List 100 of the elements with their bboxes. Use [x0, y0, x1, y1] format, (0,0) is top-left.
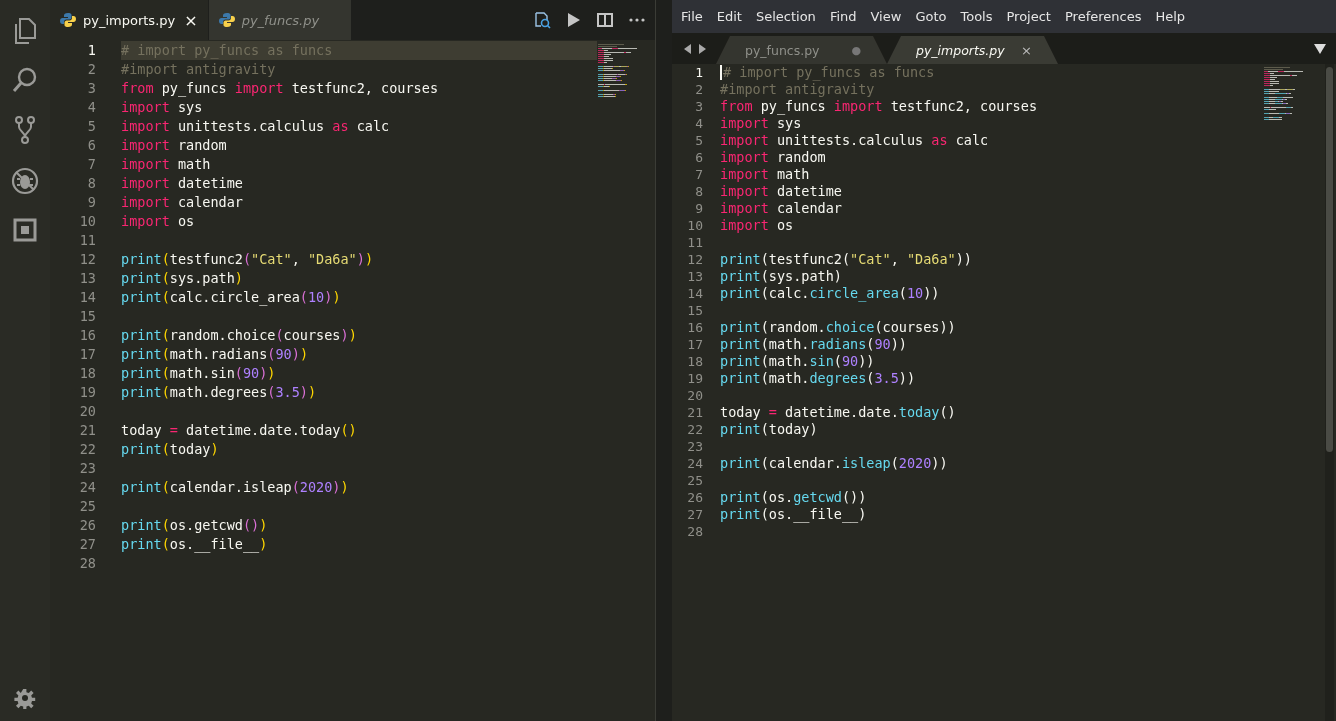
- line-number: 7: [694, 166, 703, 183]
- line-number: 24: [78, 478, 96, 497]
- line-number: 3: [694, 98, 703, 115]
- line-number: 23: [78, 459, 96, 478]
- line-number: 2: [694, 81, 703, 98]
- code-line: from py_funcs import testfunc2, courses: [720, 98, 1037, 115]
- files-icon[interactable]: [14, 18, 36, 44]
- source-control-icon[interactable]: [15, 116, 35, 144]
- code-line: today = datetime.date.today(): [121, 421, 357, 440]
- code-line: # import py_funcs as funcs: [723, 64, 935, 81]
- line-number: 19: [686, 370, 703, 387]
- code-line: print(testfunc2("Cat", "Da6a")): [121, 250, 374, 269]
- code-line: import calendar: [121, 193, 243, 212]
- menu-item[interactable]: Help: [1148, 9, 1193, 24]
- search-icon[interactable]: [12, 67, 38, 93]
- code-line: from py_funcs import testfunc2, courses: [121, 79, 438, 98]
- debug-icon[interactable]: [11, 167, 39, 195]
- line-number: 3: [86, 79, 96, 98]
- line-number: 13: [78, 269, 96, 288]
- code-line: print(math.degrees(3.5)): [720, 370, 916, 387]
- line-number: 20: [78, 402, 96, 421]
- line-number: 6: [86, 136, 96, 155]
- line-number: 27: [686, 506, 703, 523]
- code-line: import sys: [720, 115, 802, 132]
- code-line: print(math.radians(90)): [121, 345, 308, 364]
- editor-tab[interactable]: py_imports.py ×: [50, 0, 209, 40]
- line-number: 24: [686, 455, 703, 472]
- menu-item[interactable]: Goto: [908, 9, 954, 24]
- line-number: 15: [78, 307, 96, 326]
- code-line: print(testfunc2("Cat", "Da6a")): [720, 251, 972, 268]
- code-line: import random: [720, 149, 826, 166]
- line-number: 11: [78, 231, 96, 250]
- code-line: print(calendar.isleap(2020)): [121, 478, 349, 497]
- code-line: import datetime: [720, 183, 842, 200]
- code-line: print(today): [720, 421, 818, 438]
- line-number: 1: [86, 41, 96, 60]
- code-line: import sys: [121, 98, 203, 117]
- text-cursor: [720, 65, 722, 80]
- code-line: import calendar: [720, 200, 842, 217]
- menu-item[interactable]: Tools: [953, 9, 1000, 24]
- close-button[interactable]: ×: [1021, 42, 1032, 58]
- code-line: today = datetime.date.today(): [720, 404, 956, 421]
- code-line: import math: [720, 166, 810, 183]
- line-number: 7: [86, 155, 96, 174]
- line-number: 13: [686, 268, 703, 285]
- editor-tab[interactable]: py_funcs.py: [208, 0, 353, 40]
- line-number: 18: [78, 364, 96, 383]
- code-line: print(random.choice(courses)): [121, 326, 357, 345]
- dropdown-icon[interactable]: [1314, 44, 1326, 54]
- line-number: 8: [694, 183, 703, 200]
- more-icon[interactable]: [629, 18, 645, 22]
- line-number: 26: [78, 516, 96, 535]
- line-number: 17: [686, 336, 703, 353]
- code-line: import os: [720, 217, 794, 234]
- split-editor-icon[interactable]: [597, 12, 613, 28]
- scrollbar-thumb[interactable]: [1326, 67, 1333, 452]
- code-line: print(os.getcwd()): [121, 516, 268, 535]
- code-line: print(calendar.isleap(2020)): [720, 455, 948, 472]
- line-number: 2: [86, 60, 96, 79]
- close-button[interactable]: ×: [184, 10, 198, 30]
- line-number: 18: [686, 353, 703, 370]
- line-number: 8: [86, 174, 96, 193]
- menu-item[interactable]: Edit: [709, 9, 749, 24]
- menu-item[interactable]: File: [674, 9, 710, 24]
- code-line: print(os.__file__): [121, 535, 268, 554]
- code-line: import unittests.calculus as calc: [121, 117, 390, 136]
- menu-item[interactable]: Find: [822, 9, 864, 24]
- code-line: #import antigravity: [121, 60, 276, 79]
- line-number: 25: [686, 472, 703, 489]
- menu-item[interactable]: Preferences: [1057, 9, 1149, 24]
- code-line: print(sys.path): [720, 268, 842, 285]
- code-line: print(math.sin(90)): [720, 353, 875, 370]
- line-number: 19: [78, 383, 96, 402]
- menu-item[interactable]: Selection: [748, 9, 823, 24]
- line-number: 6: [694, 149, 703, 166]
- line-number: 12: [686, 251, 703, 268]
- code-line: import datetime: [121, 174, 243, 193]
- line-number: 25: [78, 497, 96, 516]
- line-number: 21: [78, 421, 96, 440]
- menu-item[interactable]: Project: [999, 9, 1058, 24]
- line-number: 22: [78, 440, 96, 459]
- code-line: print(calc.circle_area(10)): [121, 288, 341, 307]
- line-number: 28: [686, 523, 703, 540]
- python-file-icon: [60, 12, 76, 28]
- line-number: 1: [694, 64, 703, 81]
- extensions-icon[interactable]: [13, 218, 37, 242]
- menu-item[interactable]: View: [863, 9, 909, 24]
- line-number: 5: [694, 132, 703, 149]
- settings-icon[interactable]: [14, 687, 36, 709]
- search-file-icon[interactable]: [533, 11, 551, 29]
- editor-tab[interactable]: py_imports.py ×: [887, 36, 1058, 64]
- editor-tab[interactable]: py_funcs.py ●: [716, 36, 887, 64]
- code-line: print(today): [121, 440, 219, 459]
- code-line: import os: [121, 212, 195, 231]
- run-icon[interactable]: [567, 12, 581, 28]
- code-line: import math: [121, 155, 211, 174]
- code-line: print(sys.path): [121, 269, 243, 288]
- code-line: print(math.sin(90)): [121, 364, 276, 383]
- code-line: import random: [121, 136, 227, 155]
- code-line: print(random.choice(courses)): [720, 319, 956, 336]
